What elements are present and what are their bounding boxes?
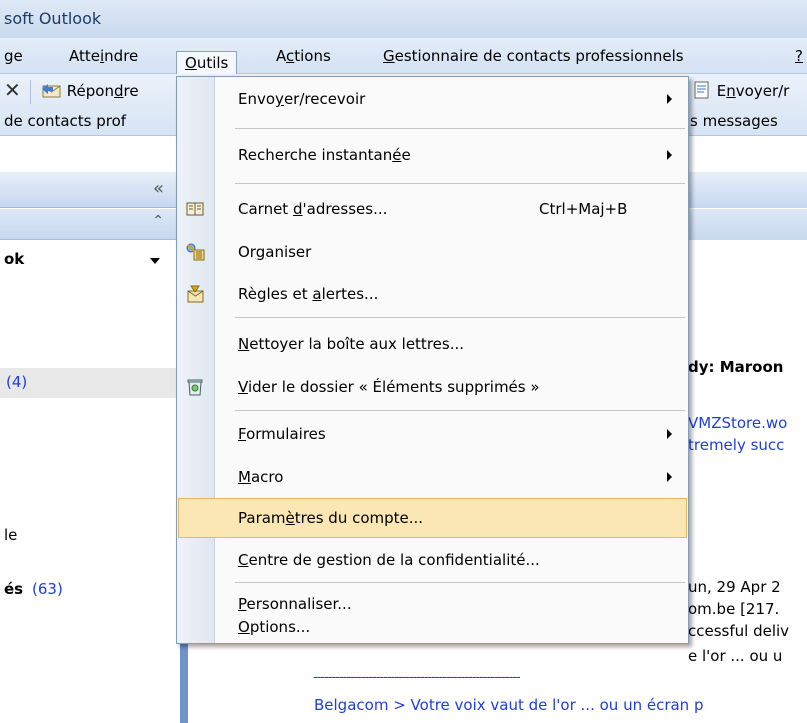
message-subject: dy: Maroon xyxy=(688,358,784,376)
message-preview: e l'or ... ou u xyxy=(688,647,783,665)
folder-item-inbox[interactable]: (4) xyxy=(0,368,180,398)
trash-icon xyxy=(187,379,203,396)
menu-item-macro[interactable]: Macro xyxy=(177,457,688,498)
message-status: ccessful deliv xyxy=(688,622,790,640)
delete-button[interactable]: ✕ xyxy=(4,78,21,102)
menu-item-label: Options... xyxy=(238,618,311,636)
menu-help[interactable]: ? xyxy=(795,38,803,74)
menu-separator xyxy=(235,410,685,411)
message-date: un, 29 Apr 2 xyxy=(688,578,781,596)
bcm-toolbar-item[interactable]: de contacts prof xyxy=(4,112,126,130)
nav-folders-header: ⌃ xyxy=(0,209,180,240)
menu-item-options[interactable]: Options... xyxy=(177,602,688,643)
menu-item-vider-elements-supprimes[interactable]: Vider le dossier « Éléments supprimés » xyxy=(177,367,688,408)
folder-count: (63) xyxy=(32,580,63,598)
mailbox-selector[interactable]: ok xyxy=(0,240,180,280)
send-receive-icon xyxy=(694,81,709,99)
menu-item-shortcut: Ctrl+Maj+B xyxy=(539,200,628,218)
rules-alerts-icon xyxy=(187,285,204,303)
menu-item-carnet-adresses[interactable]: Carnet d'adresses... Ctrl+Maj+B xyxy=(177,189,688,230)
menu-separator xyxy=(235,183,685,184)
folder-item[interactable]: le xyxy=(0,524,180,550)
nav-pane-header: « xyxy=(0,172,180,208)
footer-link[interactable]: Belgacom > Votre voix vaut de l'or ... o… xyxy=(314,696,703,714)
submenu-arrow-icon xyxy=(667,150,672,160)
menu-item-label: Vider le dossier « Éléments supprimés » xyxy=(238,378,540,396)
menu-item-parametres-compte[interactable]: Paramètres du compte... xyxy=(178,498,687,538)
menu-atteindre[interactable]: Atteindre xyxy=(69,38,138,74)
menu-item-organiser[interactable]: Organiser xyxy=(177,232,688,273)
menu-bar: ge Atteindre Outils Actions Gestionnaire… xyxy=(0,38,807,77)
folder-name: le xyxy=(4,526,18,544)
menu-item-formulaires[interactable]: Formulaires xyxy=(177,414,688,455)
menu-item-label: Règles et alertes... xyxy=(238,285,379,303)
reply-button[interactable]: Répondre xyxy=(40,80,139,100)
menu-item-label: Paramètres du compte... xyxy=(238,509,424,527)
window-title: soft Outlook xyxy=(4,9,102,28)
menu-item-label: Recherche instantanée xyxy=(238,146,411,164)
collapse-pane-button[interactable]: « xyxy=(153,178,164,199)
navigation-pane: « ⌃ ok (4) le és (63) xyxy=(0,136,180,723)
menu-item-label: Macro xyxy=(238,468,284,486)
title-bar: soft Outlook xyxy=(0,0,807,38)
menu-item-label: Centre de gestion de la confidentialité.… xyxy=(238,551,540,569)
menu-item-recherche-instantanee[interactable]: Recherche instantanée xyxy=(177,135,688,176)
menu-item-nettoyer-boite[interactable]: Nettoyer la boîte aux lettres... xyxy=(177,324,688,365)
reply-label: Répondre xyxy=(66,82,139,100)
menu-item-regles-alertes[interactable]: Règles et alertes... xyxy=(177,274,688,315)
menu-item-label: Nettoyer la boîte aux lettres... xyxy=(238,335,465,353)
expand-icon[interactable]: ⌃ xyxy=(152,213,164,229)
send-receive-button[interactable]: Envoyer/r xyxy=(692,80,789,100)
message-link[interactable]: tremely succ xyxy=(688,436,784,454)
messages-toolbar-item[interactable]: s messages xyxy=(690,112,778,130)
menu-item-label: Carnet d'adresses... xyxy=(238,200,388,218)
submenu-arrow-icon xyxy=(667,429,672,439)
menu-separator xyxy=(235,317,685,318)
message-from: om.be [217. xyxy=(688,600,780,618)
menu-separator xyxy=(235,128,685,129)
menu-separator xyxy=(235,582,685,583)
reply-icon xyxy=(42,84,61,98)
menu-item-centre-confidentialite[interactable]: Centre de gestion de la confidentialité.… xyxy=(177,540,688,581)
menu-gestionnaire-contacts[interactable]: Gestionnaire de contacts professionnels xyxy=(383,38,684,74)
menu-item-label: Envoyer/recevoir xyxy=(238,90,366,108)
folder-count: (4) xyxy=(6,373,28,391)
menu-item-label: Formulaires xyxy=(238,425,326,443)
address-book-icon xyxy=(186,202,204,216)
menu-item-envoyer-recevoir[interactable]: Envoyer/recevoir xyxy=(177,79,688,120)
mailbox-label: ok xyxy=(4,250,25,268)
toolbar-separator xyxy=(30,80,31,104)
outils-dropdown-menu: Envoyer/recevoir Recherche instantanée C… xyxy=(176,76,689,644)
folder-item-deleted[interactable]: és (63) xyxy=(0,578,180,604)
menu-item-label: Organiser xyxy=(238,243,312,261)
organize-icon xyxy=(186,243,205,261)
message-divider: ----------------------------------------… xyxy=(313,670,521,685)
folder-name: és xyxy=(4,580,24,598)
submenu-arrow-icon xyxy=(667,94,672,104)
menu-actions[interactable]: Actions xyxy=(276,38,331,74)
submenu-arrow-icon xyxy=(667,472,672,482)
menu-affichage[interactable]: ge xyxy=(4,38,23,74)
chevron-down-icon xyxy=(150,258,160,264)
send-receive-label: Envoyer/r xyxy=(716,82,790,100)
message-link[interactable]: VMZStore.wo xyxy=(688,414,787,432)
